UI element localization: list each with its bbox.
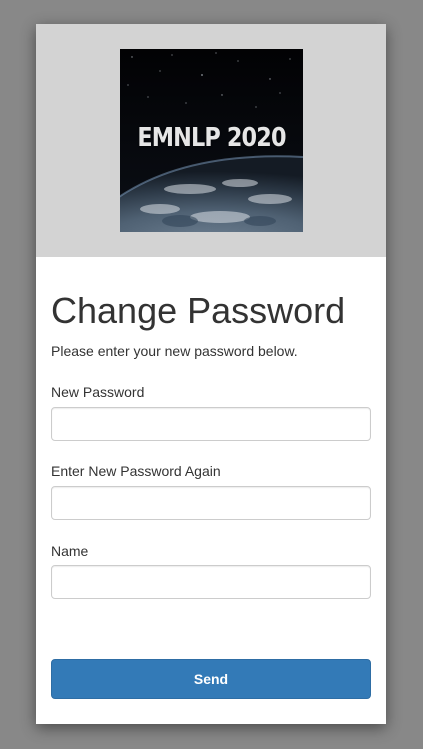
new-password-input[interactable] (51, 407, 371, 441)
confirm-password-label: Enter New Password Again (51, 463, 221, 479)
confirm-password-input[interactable] (51, 486, 371, 520)
page-title: Change Password (51, 290, 346, 331)
change-password-card: EMNLP 2020 Change Password Please enter … (36, 24, 386, 724)
name-label: Name (51, 543, 89, 559)
logo-title: EMNLP 2020 (137, 123, 286, 153)
name-input[interactable] (51, 565, 371, 599)
new-password-label: New Password (51, 384, 145, 400)
card-header: EMNLP 2020 (36, 24, 386, 257)
page-subtitle: Please enter your new password below. (51, 343, 298, 359)
send-button[interactable]: Send (51, 659, 371, 699)
emnlp-logo: EMNLP 2020 (120, 49, 303, 232)
